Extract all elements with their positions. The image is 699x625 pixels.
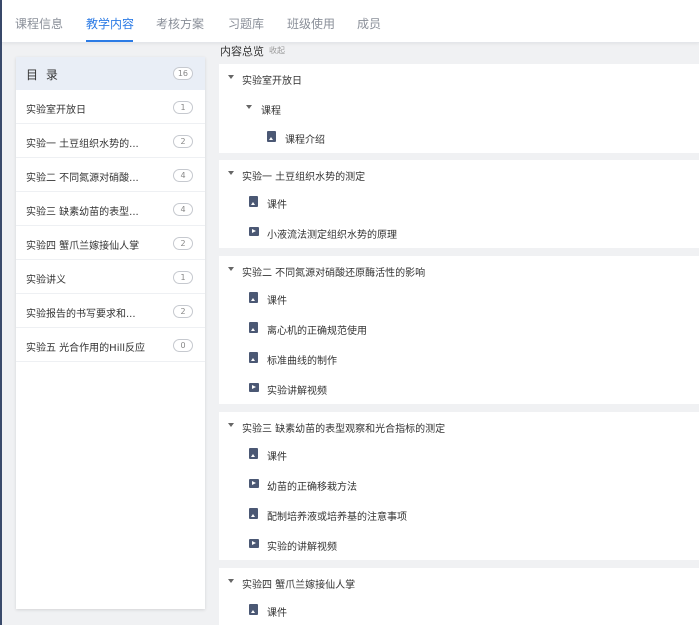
top-tab-bar: 课程信息 教学内容 考核方案 习题库 班级使用 成员 [2,0,699,43]
document-icon [249,508,258,519]
section-title: 实验四 蟹爪兰嫁接仙人掌 [242,580,356,591]
section-title: 实验二 不同氮源对硝酸还原酶活性的影响 [242,268,426,279]
catalog-item[interactable]: 实验讲义 1 [16,260,205,294]
section-header[interactable]: 实验四 蟹爪兰嫁接仙人掌 [219,568,699,598]
catalog-item-label: 实验一 土豆组织水势的... [26,139,139,150]
content-section: 实验三 缺素幼苗的表型观察和光合指标的测定 课件 幼苗的正确移栽方法 配制培养液… [219,412,699,560]
resource-label: 课件 [267,200,287,211]
resource-row[interactable]: 标准曲线的制作 [219,344,699,374]
catalog-item-label: 实验五 光合作用的Hill反应 [26,343,146,354]
catalog-item-count: 2 [173,135,193,148]
content-section: 实验四 蟹爪兰嫁接仙人掌 课件 [219,568,699,625]
resource-label: 实验讲解视频 [267,386,327,397]
document-icon [249,292,258,303]
catalog-item-label: 实验室开放日 [26,105,86,116]
catalog-item[interactable]: 实验五 光合作用的Hill反应 0 [16,328,205,362]
catalog-item-count: 1 [173,271,193,284]
content-section: 实验室开放日 课程 课程介绍 [219,64,699,153]
video-icon [249,227,259,236]
catalog-item-count: 4 [173,169,193,182]
caret-down-icon[interactable] [228,171,234,175]
section-header[interactable]: 实验一 土豆组织水势的测定 [219,160,699,190]
section-header[interactable]: 实验室开放日 [219,64,699,94]
active-tab-indicator [86,40,133,42]
catalog-item-label: 实验报告的书写要求和... [26,309,136,320]
catalog-item-label: 实验讲义 [26,275,66,286]
catalog-item-label: 实验四 蟹爪兰嫁接仙人掌 [26,241,140,252]
caret-down-icon[interactable] [228,75,234,79]
resource-label: 课件 [267,452,287,463]
catalog-item-count: 2 [173,237,193,250]
caret-down-icon[interactable] [228,579,234,583]
resource-row[interactable]: 配制培养液或培养基的注意事项 [219,500,699,530]
folder-row[interactable]: 课程 [219,94,699,124]
document-icon [249,448,258,459]
resource-label: 离心机的正确规范使用 [267,326,367,337]
tab-assessment-plan[interactable]: 考核方案 [156,15,204,32]
catalog-item[interactable]: 实验室开放日 1 [16,90,205,124]
section-header[interactable]: 实验二 不同氮源对硝酸还原酶活性的影响 [219,256,699,286]
catalog-panel: 目 录 16 实验室开放日 1 实验一 土豆组织水势的... 2 实验二 不同氮… [16,57,205,609]
resource-row[interactable]: 课件 [219,596,699,625]
document-icon [249,196,258,207]
section-header[interactable]: 实验三 缺素幼苗的表型观察和光合指标的测定 [219,412,699,442]
caret-down-icon[interactable] [228,267,234,271]
resource-label: 实验的讲解视频 [267,542,337,553]
catalog-item-label: 实验三 缺素幼苗的表型... [26,207,139,218]
resource-row[interactable]: 小液流法测定组织水势的原理 [219,218,699,248]
catalog-item-count: 2 [173,305,193,318]
catalog-item-label: 实验二 不同氮源对硝酸... [26,173,139,184]
catalog-item[interactable]: 实验一 土豆组织水势的... 2 [16,124,205,158]
resource-row[interactable]: 实验讲解视频 [219,374,699,404]
catalog-header[interactable]: 目 录 16 [16,57,205,90]
video-icon [249,383,259,392]
tab-members[interactable]: 成员 [357,15,381,32]
folder-label: 课程 [261,106,281,117]
resource-label: 标准曲线的制作 [267,356,337,367]
catalog-count-badge: 16 [172,67,193,80]
catalog-item-count: 4 [173,203,193,216]
content-section: 实验二 不同氮源对硝酸还原酶活性的影响 课件 离心机的正确规范使用 标准曲线的制… [219,256,699,404]
caret-down-icon[interactable] [246,105,252,109]
tab-teaching-content[interactable]: 教学内容 [86,15,134,32]
resource-row[interactable]: 离心机的正确规范使用 [219,314,699,344]
catalog-item[interactable]: 实验四 蟹爪兰嫁接仙人掌 2 [16,226,205,260]
catalog-item[interactable]: 实验二 不同氮源对硝酸... 4 [16,158,205,192]
content-section: 实验一 土豆组织水势的测定 课件 小液流法测定组织水势的原理 [219,160,699,248]
resource-row[interactable]: 幼苗的正确移栽方法 [219,470,699,500]
resource-row[interactable]: 实验的讲解视频 [219,530,699,560]
video-icon [249,539,259,548]
resource-row[interactable]: 课件 [219,188,699,218]
resource-label: 课件 [267,296,287,307]
resource-label: 配制培养液或培养基的注意事项 [267,512,407,523]
document-icon [249,604,258,615]
catalog-item[interactable]: 实验报告的书写要求和... 2 [16,294,205,328]
document-icon [249,322,258,333]
document-icon [249,352,258,363]
left-edge-bar [0,0,2,625]
catalog-title: 目 录 [26,68,60,82]
video-icon [249,479,259,488]
tab-course-info[interactable]: 课程信息 [15,15,63,32]
document-icon [267,131,276,142]
resource-row[interactable]: 课件 [219,440,699,470]
resource-label: 小液流法测定组织水势的原理 [267,230,397,241]
catalog-item-count: 1 [173,101,193,114]
caret-down-icon[interactable] [228,423,234,427]
tab-question-bank[interactable]: 习题库 [228,15,264,32]
resource-label: 课程介绍 [285,135,325,146]
overview-title: 内容总览 [220,45,264,58]
catalog-item[interactable]: 实验三 缺素幼苗的表型... 4 [16,192,205,226]
section-title: 实验三 缺素幼苗的表型观察和光合指标的测定 [242,424,446,435]
resource-row[interactable]: 课件 [219,284,699,314]
resource-label: 幼苗的正确移栽方法 [267,482,357,493]
resource-row[interactable]: 课程介绍 [219,123,699,153]
collapse-link[interactable]: 收起 [269,45,285,56]
tab-class-usage[interactable]: 班级使用 [287,15,335,32]
catalog-item-count: 0 [173,339,193,352]
section-title: 实验一 土豆组织水势的测定 [242,172,366,183]
resource-label: 课件 [267,608,287,619]
section-title: 实验室开放日 [242,76,302,87]
